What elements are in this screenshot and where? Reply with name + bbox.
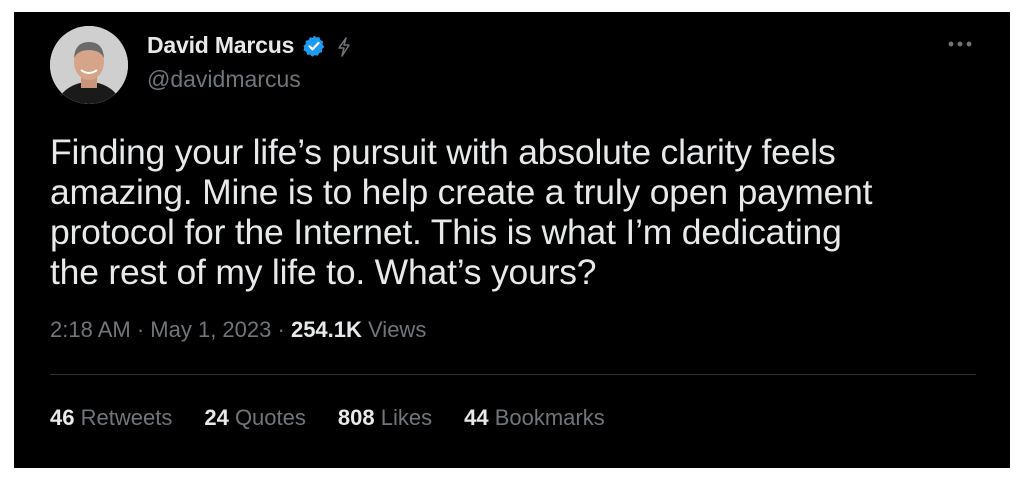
more-dots-icon: [948, 41, 972, 47]
tweet-date[interactable]: May 1, 2023: [150, 317, 271, 342]
bookmarks-count: 44: [464, 405, 489, 430]
author-handle[interactable]: @davidmarcus: [147, 66, 301, 93]
likes-label: Likes: [380, 405, 433, 430]
avatar-photo-icon: [50, 26, 128, 104]
engagement-stats: 46 Retweets 24 Quotes 808 Likes 44 Bookm…: [50, 405, 637, 431]
retweets-stat[interactable]: 46 Retweets: [50, 405, 172, 431]
tweet-time[interactable]: 2:18 AM: [50, 317, 131, 342]
author-name-row[interactable]: David Marcus: [147, 32, 352, 59]
quotes-count: 24: [204, 405, 229, 430]
more-options-button[interactable]: [944, 32, 976, 56]
divider: [50, 374, 976, 375]
verified-badge-icon[interactable]: [302, 34, 326, 58]
views-label: Views: [368, 317, 427, 342]
tweet-meta: 2:18 AM · May 1, 2023 · 254.1K Views: [50, 317, 426, 343]
tweet-card: David Marcus @davidmarcus Finding your l…: [14, 12, 1010, 468]
quotes-label: Quotes: [234, 405, 306, 430]
meta-separator: ·: [136, 317, 145, 342]
quotes-stat[interactable]: 24 Quotes: [204, 405, 306, 431]
views-count: 254.1K: [290, 317, 362, 342]
meta-separator: ·: [277, 317, 285, 342]
bookmarks-label: Bookmarks: [494, 405, 605, 430]
bookmarks-stat[interactable]: 44 Bookmarks: [464, 405, 605, 431]
likes-stat[interactable]: 808 Likes: [338, 405, 432, 431]
retweets-label: Retweets: [80, 405, 173, 430]
avatar[interactable]: [50, 26, 128, 104]
tweet-text: Finding your life’s pursuit with absolut…: [50, 132, 873, 292]
author-display-name[interactable]: David Marcus: [147, 32, 294, 59]
retweets-count: 46: [50, 405, 75, 430]
likes-count: 808: [337, 405, 375, 430]
lightning-icon: [336, 36, 352, 57]
